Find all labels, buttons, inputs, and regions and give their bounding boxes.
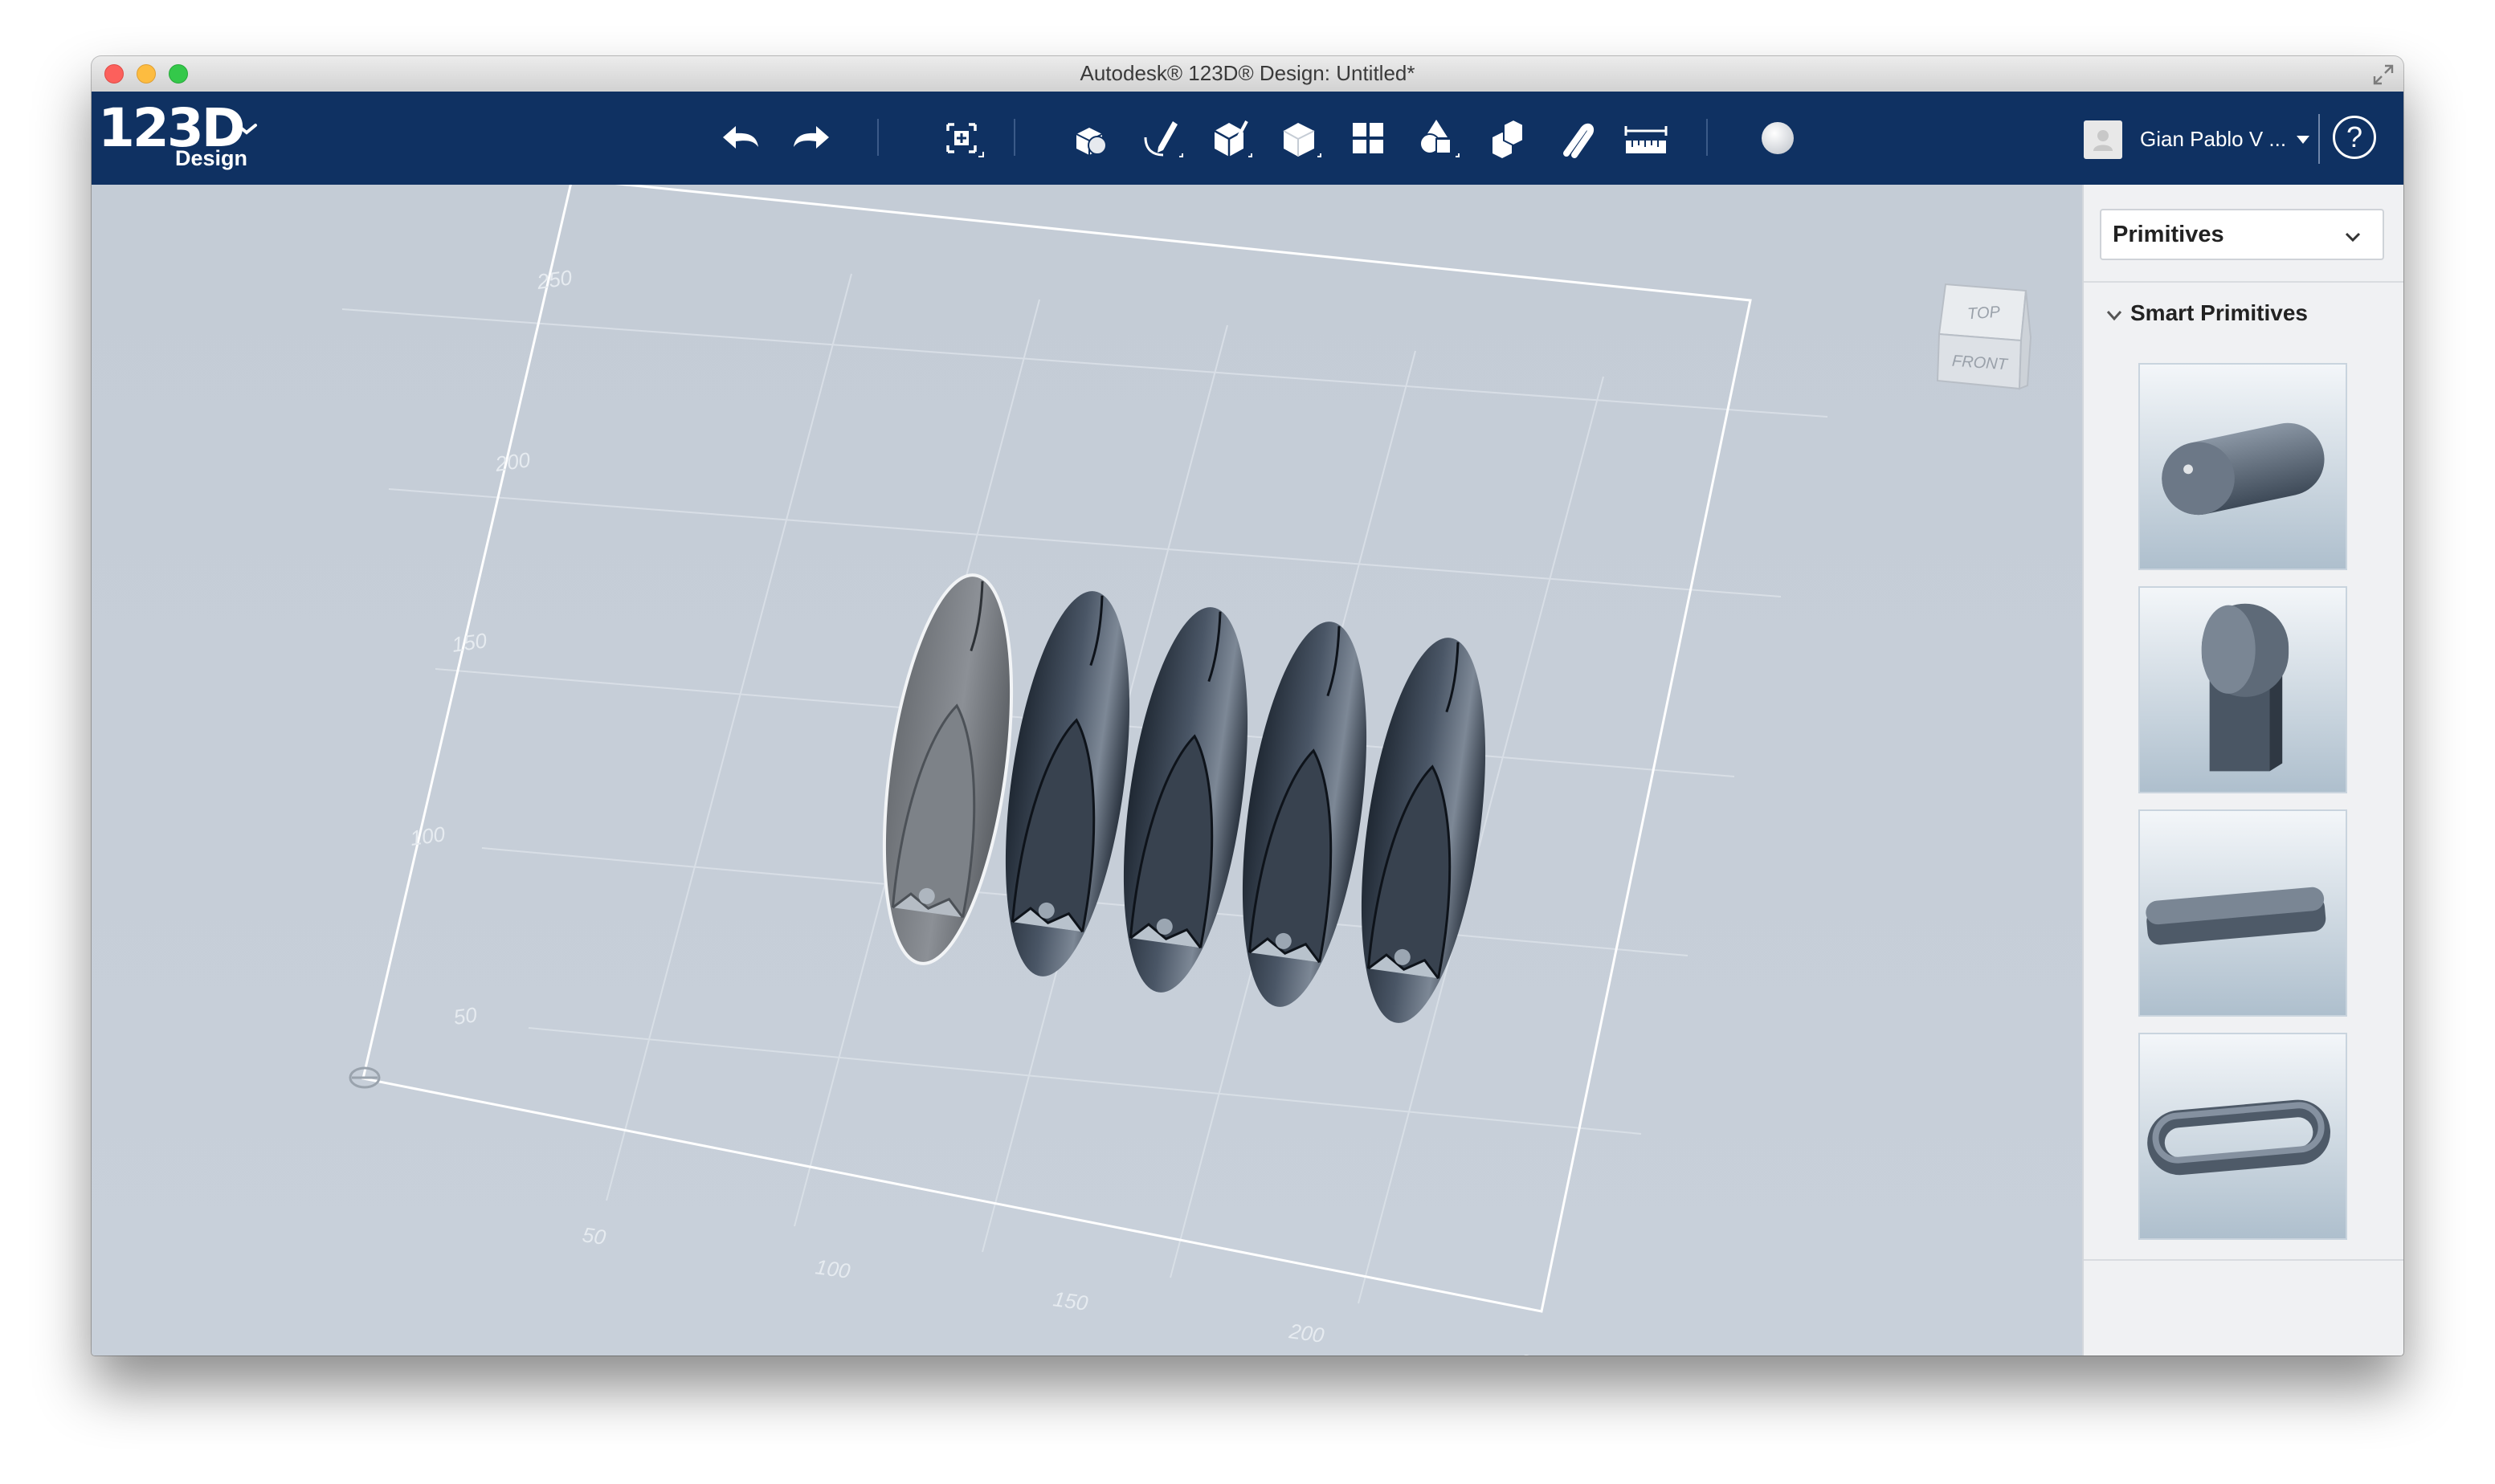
dropdown-label: Primitives: [2113, 222, 2224, 247]
ring-primitive-icon: [2147, 1099, 2331, 1176]
transform-button[interactable]: [932, 108, 991, 169]
x-tick-label: 200: [1287, 1319, 1326, 1347]
y-tick-label: 100: [409, 822, 447, 850]
tab-primitive-icon: [2201, 603, 2289, 772]
toolbar-divider: [1706, 119, 1708, 156]
main-toolbar: 123D Design Gian Pablo V ... ?: [92, 92, 2403, 185]
primitive-thumbnail[interactable]: [2138, 809, 2347, 1017]
construct-button[interactable]: [1200, 108, 1260, 169]
x-tick-label: 100: [814, 1254, 852, 1283]
primitives-icon: [1076, 128, 1107, 155]
y-tick-label: 50: [452, 1002, 479, 1029]
help-button[interactable]: ?: [2333, 116, 2376, 159]
construct-icon: [1214, 120, 1252, 157]
y-tick-label: 200: [493, 447, 533, 476]
model-body[interactable]: [1222, 614, 1387, 1015]
combine-button[interactable]: [1476, 108, 1536, 169]
undo-button[interactable]: [710, 108, 770, 169]
toolbar-divider: [2318, 114, 2320, 164]
y-tick-label: 150: [451, 628, 489, 657]
combine-icon: [1493, 118, 1524, 158]
capsule-primitive-icon: [2162, 422, 2325, 516]
fullscreen-icon[interactable]: [2371, 63, 2395, 87]
caret-down-icon[interactable]: [2296, 135, 2310, 145]
chevron-down-icon: [236, 124, 257, 135]
primitive-thumbnail[interactable]: [2138, 1033, 2347, 1240]
panel-category-dropdown[interactable]: Primitives: [2100, 209, 2384, 260]
viewcube-top-label: TOP: [1966, 304, 2001, 324]
measure-button[interactable]: [1616, 108, 1676, 169]
panel-divider: [2084, 281, 2403, 283]
view-cube[interactable]: TOP FRONT: [1931, 273, 2044, 393]
app-window: Autodesk® 123D® Design: Untitled* 123D D…: [92, 56, 2403, 1356]
x-tick-label: 250: [1517, 1349, 1556, 1356]
primitives-panel: Primitives Smart Primitives: [2082, 185, 2403, 1356]
logo-subtext: Design: [175, 146, 248, 170]
chevron-down-icon[interactable]: [2106, 310, 2122, 321]
sketch-button[interactable]: [1131, 108, 1190, 169]
title-bar: Autodesk® 123D® Design: Untitled*: [92, 56, 2403, 92]
grouping-icon: [1419, 120, 1460, 157]
toolbar-divider: [877, 119, 879, 156]
user-name[interactable]: Gian Pablo V ...: [2140, 127, 2286, 152]
snap-icon: [1563, 123, 1595, 158]
sketch-icon: [1144, 121, 1183, 157]
undo-icon: [723, 126, 758, 149]
grid-plane: 50 100 150 200 250 50 100 150 200 250: [341, 185, 1828, 1356]
transform-icon: [946, 123, 984, 157]
material-icon: [1762, 122, 1794, 154]
modify-icon: [1283, 123, 1321, 157]
3d-viewport[interactable]: 50 100 150 200 250 50 100 150 200 250: [92, 185, 2082, 1356]
redo-button[interactable]: [782, 108, 842, 169]
model-body[interactable]: [1341, 630, 1506, 1031]
snap-button[interactable]: [1546, 108, 1605, 169]
chevron-down-icon: [2345, 232, 2361, 243]
panel-divider: [2084, 1259, 2403, 1261]
rounded-bar-primitive-icon: [2146, 887, 2326, 945]
measure-icon: [1624, 126, 1668, 153]
modify-button[interactable]: [1269, 108, 1329, 169]
primitives-button[interactable]: [1060, 108, 1120, 169]
pattern-button[interactable]: [1338, 108, 1398, 169]
avatar[interactable]: [2084, 120, 2122, 159]
section-header[interactable]: Smart Primitives: [2130, 300, 2308, 326]
user-icon: [2093, 130, 2113, 151]
primitive-thumbnail[interactable]: [2138, 586, 2347, 793]
primitive-thumbnail[interactable]: [2138, 363, 2347, 570]
grouping-button[interactable]: [1407, 108, 1467, 169]
y-tick-label: 250: [535, 265, 574, 294]
redo-icon: [794, 126, 829, 149]
material-button[interactable]: [1748, 108, 1807, 169]
toolbar-divider: [1014, 119, 1015, 156]
x-tick-label: 50: [581, 1222, 607, 1250]
pattern-icon: [1353, 123, 1383, 153]
x-tick-label: 150: [1051, 1286, 1090, 1315]
model-body[interactable]: [1103, 600, 1268, 1001]
window-title: Autodesk® 123D® Design: Untitled*: [1080, 61, 1415, 85]
model-body-selected[interactable]: [865, 569, 1031, 970]
